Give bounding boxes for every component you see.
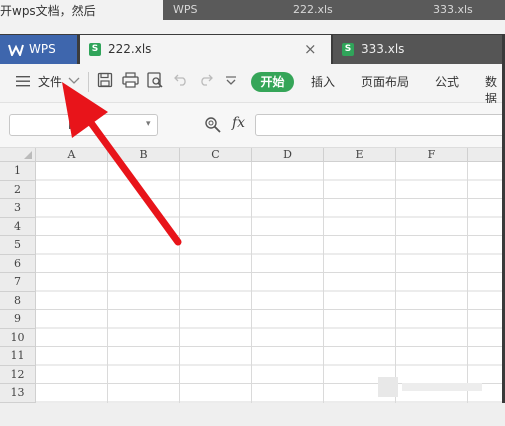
background-document: 开wps文档，然后 WPS 222.xls 333.xls <box>0 0 505 34</box>
background-doc-text: 开wps文档，然后 <box>0 4 96 18</box>
background-tab-wps: WPS <box>173 3 198 16</box>
watermark <box>378 377 488 402</box>
red-arrow-annotation <box>62 82 182 246</box>
arrow-shaft <box>82 112 182 246</box>
bottom-strip <box>0 403 505 426</box>
background-tab-333: 333.xls <box>433 3 473 16</box>
arrow-head <box>62 82 108 138</box>
wps-window: WPS S 222.xls × S 333.xls 文件 开始 插入 页面布局 … <box>0 34 505 403</box>
background-tab-222: 222.xls <box>293 3 333 16</box>
background-tabbar: WPS 222.xls 333.xls <box>163 0 505 20</box>
